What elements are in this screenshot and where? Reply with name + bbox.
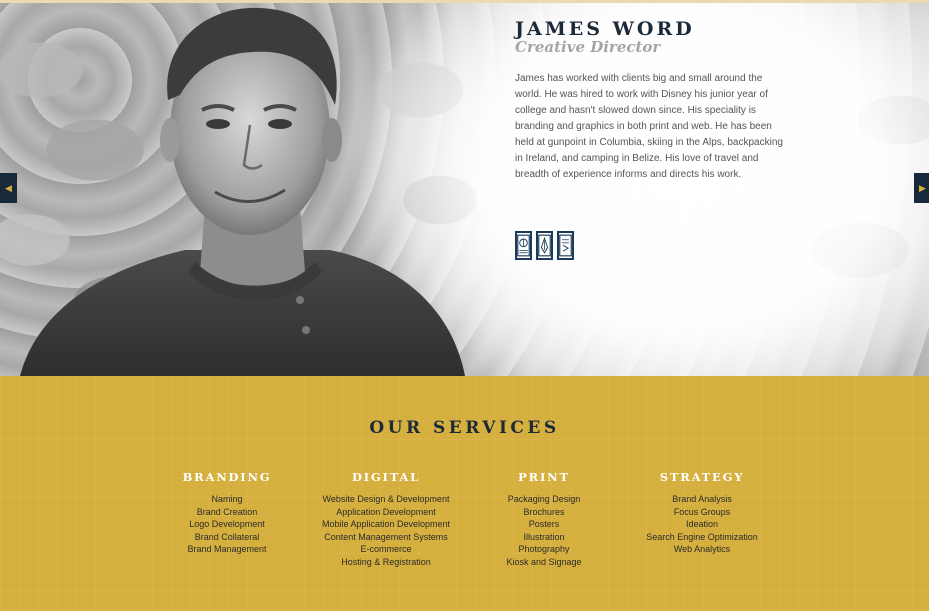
service-item[interactable]: Brand Creation — [157, 506, 297, 519]
next-slide-button[interactable]: ▶ — [914, 173, 929, 203]
service-item[interactable]: Brand Management — [157, 543, 297, 556]
service-item[interactable]: Logo Development — [157, 518, 297, 531]
service-item[interactable]: E-commerce — [306, 543, 466, 556]
service-item[interactable]: Posters — [484, 518, 604, 531]
team-member-hero: JAMES WORD Creative Director James has w… — [0, 0, 929, 376]
arrow-left-icon: ◀ — [5, 182, 12, 193]
service-heading: PRINT — [518, 470, 570, 484]
service-column-strategy: STRATEGY Brand Analysis Focus Groups Ide… — [632, 470, 772, 556]
service-item[interactable]: Photography — [484, 543, 604, 556]
service-item[interactable]: Website Design & Development — [306, 493, 466, 506]
member-bio: James has worked with clients big and sm… — [515, 73, 783, 180]
book-icon[interactable] — [557, 231, 574, 260]
member-name: JAMES WORD — [515, 18, 695, 40]
service-heading: BRANDING — [182, 470, 272, 484]
service-item[interactable]: Web Analytics — [632, 543, 772, 556]
arrow-right-icon: ▶ — [919, 182, 926, 193]
service-item[interactable]: Application Development — [306, 506, 466, 519]
service-item[interactable]: Naming — [157, 493, 297, 506]
portrait-photo — [20, 7, 465, 376]
prev-slide-button[interactable]: ◀ — [0, 173, 17, 203]
services-section: OUR SERVICES BRANDING Naming Brand Creat… — [0, 376, 929, 611]
service-column-print: PRINT Packaging Design Brochures Posters… — [484, 470, 604, 568]
basketball-badge-icon[interactable] — [515, 231, 532, 260]
service-item[interactable]: Focus Groups — [632, 506, 772, 519]
service-heading: STRATEGY — [659, 470, 745, 484]
services-title: OUR SERVICES — [369, 418, 560, 438]
service-item[interactable]: Hosting & Registration — [306, 556, 466, 569]
service-heading: DIGITAL — [351, 470, 421, 484]
service-item[interactable]: Mobile Application Development — [306, 518, 466, 531]
pen-nib-icon[interactable] — [536, 231, 553, 260]
service-item[interactable]: Brochures — [484, 506, 604, 519]
member-icons — [515, 231, 574, 260]
member-role: Creative Director — [515, 38, 661, 56]
service-column-branding: BRANDING Naming Brand Creation Logo Deve… — [157, 470, 297, 556]
service-item[interactable]: Ideation — [632, 518, 772, 531]
service-item[interactable]: Kiosk and Signage — [484, 556, 604, 569]
service-item[interactable]: Brand Analysis — [632, 493, 772, 506]
service-column-digital: DIGITAL Website Design & Development App… — [306, 470, 466, 568]
service-item[interactable]: Packaging Design — [484, 493, 604, 506]
service-item[interactable]: Brand Collateral — [157, 531, 297, 544]
service-item[interactable]: Search Engine Optimization — [632, 531, 772, 544]
service-item[interactable]: Content Management Systems — [306, 531, 466, 544]
service-item[interactable]: Illustration — [484, 531, 604, 544]
